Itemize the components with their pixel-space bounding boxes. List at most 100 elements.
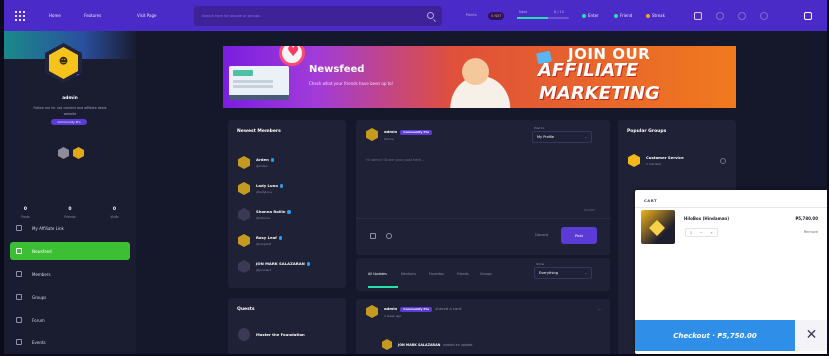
group-avatar	[628, 154, 640, 167]
plus-icon[interactable]: +	[710, 231, 713, 235]
product-thumbnail[interactable]	[641, 210, 675, 244]
search-input[interactable]: Search here for people or groups	[194, 6, 442, 26]
dashboard-illustration	[229, 66, 289, 100]
stat-posts: 0 Posts	[21, 207, 30, 219]
promo-line-2: AFFILIATE	[538, 60, 639, 81]
promo-person-image	[428, 52, 523, 108]
cart-title: CART	[644, 198, 658, 203]
product-name[interactable]: HiloBox (Hindaman)	[684, 216, 729, 221]
verified-icon	[287, 210, 291, 214]
settings-gear-icon[interactable]	[804, 12, 812, 20]
newest-members-panel: Newest Members Arden @arden Lady Luna @lad…	[228, 120, 346, 288]
banner-subtitle: Check what your friends have been up to!	[309, 81, 394, 86]
chevron-down-icon: ⌄	[584, 271, 587, 275]
list-item[interactable]: JON MARK SALAZARAN @jonmark	[238, 260, 311, 273]
char-counter: 0/1000	[584, 208, 595, 212]
member-avatar	[238, 234, 250, 247]
verified-icon	[279, 184, 284, 188]
cart-icon[interactable]	[694, 12, 702, 20]
activity-author[interactable]: admin Community Pro shared a card 1 week ag…	[366, 305, 461, 318]
points-badge: 0 NXT	[488, 12, 505, 20]
menu-grid-icon[interactable]	[15, 11, 25, 21]
active-tab-indicator	[368, 286, 398, 288]
product-price: ₱5,780.00	[795, 216, 818, 221]
shared-activity[interactable]: JON MARK SALAZARAN posted an update	[382, 339, 472, 350]
activity-card: admin Community Pro shared a card 1 week ag…	[356, 299, 610, 354]
list-item[interactable]: Shonna Rollin @shonna	[238, 208, 291, 221]
banner-title: Newsfeed	[309, 64, 365, 75]
quest-icon	[238, 328, 250, 341]
emoji-icon[interactable]	[386, 233, 392, 239]
author-avatar	[366, 128, 378, 141]
tab-groups[interactable]: Groups	[480, 272, 492, 276]
minus-icon[interactable]: −	[700, 231, 703, 235]
groups-icon	[16, 294, 22, 300]
sidebar-item-members[interactable]: Members	[10, 265, 130, 283]
list-item[interactable]: Arden @arden	[238, 156, 275, 169]
member-avatar	[238, 182, 250, 195]
heart-icon	[279, 46, 305, 66]
composer-author: admin Community Pro Online	[366, 128, 433, 141]
nav-features[interactable]: Features	[84, 13, 101, 18]
role-badge: Community Pro	[51, 119, 87, 125]
checkout-button[interactable]: Checkout · ₱5,750.00	[635, 320, 795, 351]
stat-friend[interactable]: Friend	[614, 13, 632, 18]
forum-icon	[16, 317, 22, 323]
tab-favorites[interactable]: Favorites	[429, 272, 444, 276]
level-progress-bar	[517, 17, 569, 19]
tab-all-updates[interactable]: All Updates	[368, 272, 387, 276]
sidebar-item-affiliate-link[interactable]: My Affiliate Link	[10, 219, 130, 237]
role-tag: Community Pro	[400, 129, 433, 135]
friends-icon[interactable]	[716, 12, 724, 20]
search-icon[interactable]	[427, 12, 434, 19]
stat-enter[interactable]: Enter	[582, 13, 599, 18]
list-item[interactable]: Customer Service 1 member	[628, 154, 684, 167]
nav-home[interactable]: Home	[49, 13, 61, 18]
app-window: Home Features Visit Page Search here for…	[4, 0, 827, 354]
sidebar-item-newsfeed[interactable]: Newsfeed	[10, 242, 130, 260]
tab-mentions[interactable]: Mentions	[401, 272, 416, 276]
quests-panel: Quests Master the Foundation	[228, 298, 346, 354]
nav-visit-page[interactable]: Visit Page	[137, 13, 156, 18]
list-item[interactable]: Lady Luna @ladyluna	[238, 182, 284, 195]
profile-bio: Follow me for rad content and affiliate …	[33, 106, 107, 110]
events-icon	[16, 339, 22, 345]
verified-icon	[270, 158, 275, 162]
list-item[interactable]: Rosy Leaf @rosyleaf	[238, 234, 283, 247]
close-icon[interactable]: ✕	[795, 320, 827, 351]
notifications-icon[interactable]	[760, 12, 768, 20]
member-avatar	[238, 260, 250, 273]
remove-item-link[interactable]: Remove	[804, 230, 818, 234]
profile-name[interactable]: admin	[4, 96, 136, 101]
link-icon	[16, 225, 22, 231]
level-label: Next	[519, 10, 528, 14]
newsfeed-icon	[16, 248, 22, 254]
profile-site[interactable]: website	[4, 112, 136, 116]
level-badge	[75, 73, 82, 80]
tab-friends[interactable]: Friends	[457, 272, 469, 276]
member-avatar	[382, 339, 392, 350]
quantity-stepper[interactable]: 1 − +	[685, 228, 718, 237]
search-placeholder: Search here for people or groups	[202, 14, 260, 18]
privacy-select[interactable]: My Profile ⌄	[532, 131, 592, 143]
sidebar-item-groups[interactable]: Groups	[10, 288, 130, 306]
post-button[interactable]: Post	[561, 227, 597, 244]
post-textarea[interactable]: Hi admin! Share your post here...	[366, 158, 424, 162]
stat-dot-icon	[646, 14, 650, 18]
sort-select[interactable]: Everything ⌄	[534, 267, 592, 279]
stat-streak[interactable]: Streak	[646, 13, 665, 18]
messages-icon[interactable]	[738, 12, 746, 20]
verified-icon	[306, 262, 311, 266]
newsfeed-banner: Newsfeed Check what your friends have be…	[223, 46, 736, 108]
member-avatar	[238, 156, 250, 169]
gold-badge-icon[interactable]	[73, 147, 84, 159]
sort-label: Show	[536, 262, 545, 266]
sidebar-item-forum[interactable]: Forum	[10, 311, 130, 329]
join-group-icon[interactable]	[720, 158, 726, 164]
image-upload-icon[interactable]	[370, 233, 376, 239]
sidebar-item-events[interactable]: Events	[10, 333, 130, 351]
quest-item[interactable]: Master the Foundation	[238, 328, 305, 341]
more-options-icon[interactable]: ···	[597, 307, 602, 313]
discard-button[interactable]: Discard	[535, 233, 548, 237]
silver-badge-icon[interactable]	[58, 147, 69, 159]
